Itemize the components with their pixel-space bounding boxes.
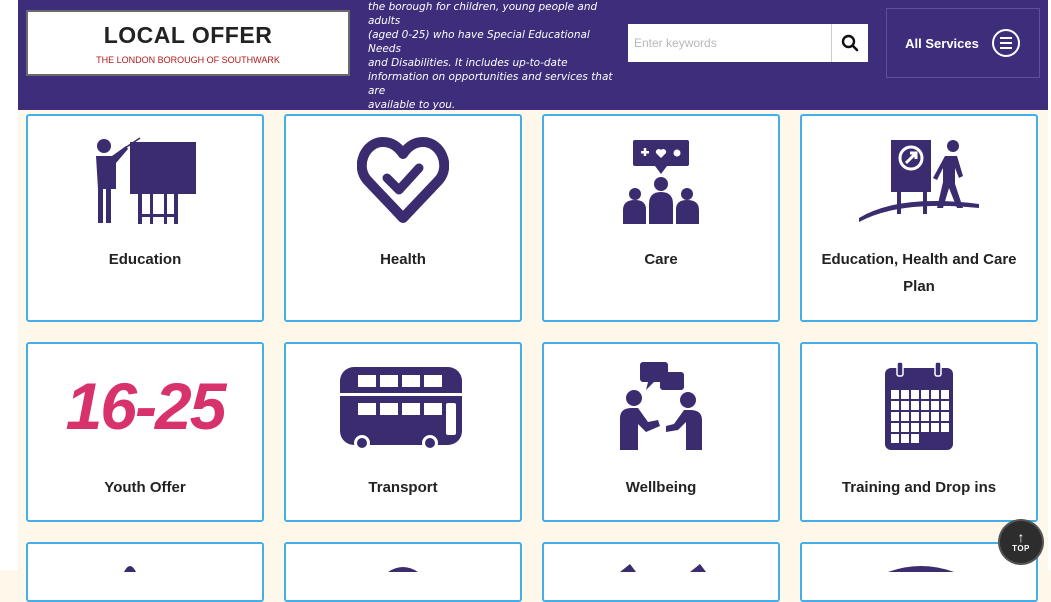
tile-icon-wrap <box>28 130 262 230</box>
all-services-button[interactable]: All Services <box>886 8 1040 78</box>
logo-title: LOCAL OFFER <box>103 22 273 48</box>
people-talking-icon <box>620 362 702 450</box>
calendar-cell <box>921 390 929 399</box>
calendar-cell <box>901 412 909 421</box>
calendar-cell <box>931 423 939 432</box>
arrow-up-icon: ↑ <box>1017 529 1025 545</box>
tile-label: Care <box>644 251 678 268</box>
tile-icon-wrap <box>286 130 520 230</box>
calendar-cell <box>931 401 939 410</box>
tile-education[interactable]: Education <box>26 114 264 322</box>
tile-partial[interactable] <box>284 542 522 602</box>
local-offer-logo[interactable]: LOCAL OFFER THE LONDON BOROUGH OF SOUTHW… <box>26 10 350 76</box>
calendar-cell <box>891 390 899 399</box>
tile-partial[interactable] <box>26 542 264 602</box>
tile-icon-wrap: 16-25 <box>28 358 262 454</box>
calendar-cell <box>931 390 939 399</box>
calendar-cell <box>911 401 919 410</box>
bus-icon <box>340 367 462 451</box>
logo-subtitle: THE LONDON BOROUGH OF SOUTHWARK <box>96 55 280 65</box>
partial-icon <box>888 566 954 572</box>
calendar-cell <box>901 423 909 432</box>
group-care-icon <box>623 140 699 224</box>
tile-partial[interactable] <box>542 542 780 602</box>
partial-icon <box>124 566 136 572</box>
intro-line: the borough for children, young people a… <box>368 1 598 27</box>
calendar-cell <box>911 412 919 421</box>
calendar-cell <box>941 401 949 410</box>
calendar-cell <box>921 412 929 421</box>
intro-line: available to you. <box>368 99 456 111</box>
tile-youth-offer[interactable]: 16-25 Youth Offer <box>26 342 264 522</box>
search-form <box>628 24 868 62</box>
calendar-cell <box>891 434 899 443</box>
calendar-cell <box>901 434 909 443</box>
tile-label: Training and Drop ins <box>841 479 997 496</box>
heart-check-icon <box>357 137 449 223</box>
intro-line: information on opportunities and service… <box>368 71 613 97</box>
person-sign-icon <box>859 140 979 222</box>
calendar-cell <box>941 423 949 432</box>
partial-icon <box>620 564 706 572</box>
intro-line: and Disabilities. It includes up-to-date <box>368 57 568 69</box>
tile-label: Education, Health and Care Plan <box>821 251 1017 295</box>
calendar-cell <box>891 423 899 432</box>
intro-text: the borough for children, young people a… <box>368 0 618 112</box>
teacher-board-icon <box>96 137 196 224</box>
search-button[interactable] <box>831 24 868 62</box>
tile-icon-wrap <box>544 358 778 454</box>
tile-label: Health <box>380 251 426 268</box>
tile-label: Transport <box>368 479 438 496</box>
calendar-icon <box>885 361 953 450</box>
search-icon <box>841 34 859 52</box>
tile-icon-wrap <box>802 358 1036 454</box>
back-to-top-button[interactable]: ↑ TOP <box>1000 521 1042 563</box>
tile-label: Wellbeing <box>625 479 697 496</box>
youth-16-25-logo: 16-25 <box>65 369 227 443</box>
tile-care[interactable]: Care <box>542 114 780 322</box>
tile-training-drop-ins[interactable]: Training and Drop ins <box>800 342 1038 522</box>
tile-icon-wrap <box>286 360 520 456</box>
calendar-cell <box>941 390 949 399</box>
intro-line: (aged 0-25) who have Special Educational… <box>368 29 590 55</box>
calendar-cell <box>891 401 899 410</box>
back-to-top-label: TOP <box>1012 544 1030 553</box>
tile-icon-wrap <box>802 130 1036 230</box>
tile-wellbeing[interactable]: Wellbeing <box>542 342 780 522</box>
tile-transport[interactable]: Transport <box>284 342 522 522</box>
tile-label: Youth Offer <box>104 479 186 496</box>
partial-icon <box>388 567 418 572</box>
site-header: LOCAL OFFER THE LONDON BOROUGH OF SOUTHW… <box>18 0 1048 112</box>
tile-label: Education <box>108 251 182 268</box>
calendar-cell <box>901 390 909 399</box>
calendar-cell <box>891 412 899 421</box>
search-input[interactable] <box>628 25 831 61</box>
calendar-cell <box>931 412 939 421</box>
calendar-cell <box>901 401 909 410</box>
calendar-cell <box>911 423 919 432</box>
tile-ehc-plan[interactable]: Education, Health and Care Plan <box>800 114 1038 322</box>
tile-health[interactable]: Health <box>284 114 522 322</box>
tile-icon-wrap <box>544 130 778 230</box>
calendar-cell <box>941 412 949 421</box>
menu-icon <box>991 29 1020 57</box>
calendar-cell <box>911 390 919 399</box>
calendar-cell <box>921 423 929 432</box>
calendar-cell <box>911 434 919 443</box>
calendar-cell <box>921 401 929 410</box>
all-services-label: All Services <box>905 35 979 51</box>
